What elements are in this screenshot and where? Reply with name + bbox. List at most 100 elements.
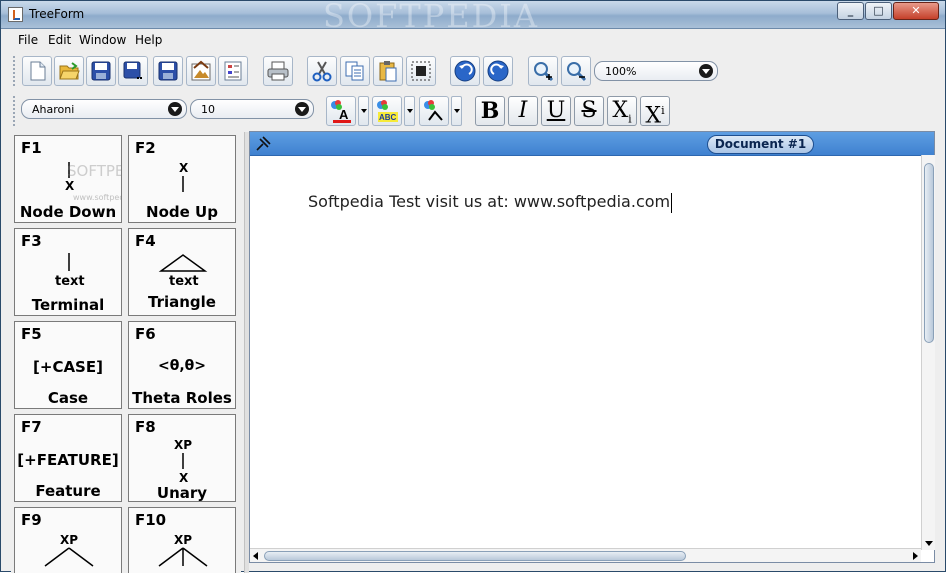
undo-button[interactable] [450, 56, 480, 86]
text-color-letter: A [339, 107, 349, 122]
save-all-icon [158, 61, 178, 81]
binary-xp: XP [174, 533, 192, 547]
chevron-down-icon [699, 64, 713, 78]
terminal-text: text [55, 274, 85, 289]
save-button[interactable] [86, 56, 116, 86]
text-color-dropdown[interactable] [358, 96, 369, 126]
toolbar-grip[interactable] [13, 96, 18, 126]
save-as-button[interactable] [118, 56, 148, 86]
superscript-letter: X [645, 103, 662, 129]
menu-edit[interactable]: Edit [48, 33, 71, 47]
theta-text: <θ,θ> [157, 358, 206, 374]
pin-icon[interactable] [254, 135, 272, 153]
palette-triangle[interactable]: F4 text Triangle [128, 228, 236, 316]
palette-label: Unary [156, 484, 208, 502]
palette-label: Case [47, 389, 89, 407]
superscript-button[interactable]: Xi [640, 96, 670, 129]
vertical-scrollbar[interactable] [921, 155, 935, 550]
java-app-icon [8, 7, 23, 22]
binary-icon: XP [44, 533, 94, 567]
title-bar[interactable]: TreeForm SOFTPEDIA _ □ ✕ [1, 0, 945, 35]
cut-button[interactable] [307, 56, 337, 86]
palette-label: Node Down [19, 203, 117, 221]
properties-icon [224, 61, 242, 81]
copy-button[interactable] [340, 56, 370, 86]
strikethrough-button[interactable]: S [574, 96, 604, 126]
font-family-combo[interactable]: Aharoni [21, 99, 187, 119]
palette-key: F7 [21, 418, 42, 436]
node-up-icon: X [179, 161, 189, 192]
scroll-left-arrow-icon[interactable] [253, 552, 258, 560]
softpedia-watermark-url: www.softpedia.com [73, 193, 121, 202]
palette-node-down[interactable]: F1 X SOFTPEDIA www.softpedia.com Node Do… [14, 135, 122, 223]
underline-button[interactable]: U [541, 96, 571, 126]
palette-label: Feature [35, 482, 101, 500]
undo-icon [454, 60, 476, 82]
text-color-button[interactable]: A [326, 96, 356, 126]
highlight-color-button[interactable]: ABC [372, 96, 402, 126]
palette-binary[interactable]: F9 XP [14, 507, 122, 573]
palette-key: F1 [21, 139, 42, 157]
font-size-combo[interactable]: 10 [190, 99, 314, 119]
palette-terminal[interactable]: F3 text Terminal [14, 228, 122, 316]
menu-help[interactable]: Help [135, 33, 162, 47]
toolbar-grip[interactable] [13, 56, 18, 86]
vertical-scroll-thumb[interactable] [924, 163, 934, 343]
save-all-button[interactable] [153, 56, 183, 86]
italic-button[interactable]: I [508, 96, 538, 126]
paste-button[interactable] [373, 56, 403, 86]
text-caret [671, 192, 673, 213]
node-down-icon: X SOFTPEDIA www.softpedia.com [65, 162, 121, 202]
maximize-button[interactable]: □ [865, 2, 892, 20]
export-image-icon [191, 60, 211, 81]
palette-node-up[interactable]: F2 X Node Up [128, 135, 236, 223]
horizontal-scrollbar[interactable] [250, 548, 921, 562]
palette-feature[interactable]: F7 [+FEATURE] Feature [14, 414, 122, 502]
line-color-icon [424, 100, 443, 121]
document-tab-bar: Document #1 [250, 132, 934, 156]
palette-key: F5 [21, 325, 42, 343]
zoom-in-button[interactable] [528, 56, 558, 86]
redo-button[interactable] [483, 56, 513, 86]
open-folder-icon [59, 62, 80, 80]
export-image-button[interactable] [186, 56, 216, 86]
palette-binary-2[interactable]: F10 XP [128, 507, 236, 573]
palette-key: F9 [21, 511, 42, 529]
bold-button[interactable]: B [475, 96, 505, 126]
case-text: [+CASE] [33, 358, 103, 376]
select-icon [411, 61, 431, 81]
zoom-out-button[interactable] [561, 56, 591, 86]
font-size-value: 10 [201, 103, 215, 116]
palette-label: Triangle [148, 293, 216, 311]
chevron-down-icon [295, 102, 309, 116]
properties-button[interactable] [218, 56, 248, 86]
zoom-combo[interactable]: 100% [594, 61, 718, 81]
scroll-down-arrow-icon[interactable] [925, 541, 933, 546]
print-icon [267, 61, 289, 81]
open-button[interactable] [54, 56, 84, 86]
palette-label: Node Up [146, 203, 218, 221]
binary-tree-icon: XP [158, 533, 208, 567]
palette-case[interactable]: F5 [+CASE] Case [14, 321, 122, 409]
minimize-button[interactable]: _ [837, 2, 864, 20]
highlight-color-label: ABC [379, 113, 397, 122]
print-button[interactable] [263, 56, 293, 86]
palette-unary[interactable]: F8 XP X Unary [128, 414, 236, 502]
tab-document-1[interactable]: Document #1 [707, 135, 814, 154]
scroll-right-arrow-icon[interactable] [913, 552, 918, 560]
horizontal-scroll-thumb[interactable] [264, 551, 686, 561]
palette-theta-roles[interactable]: F6 <θ,θ> Theta Roles [128, 321, 236, 409]
unary-x: X [179, 471, 189, 483]
new-button[interactable] [22, 56, 52, 86]
line-color-button[interactable] [419, 96, 449, 126]
document-editor[interactable]: Softpedia Test visit us at: www.softpedi… [308, 192, 673, 213]
subscript-button[interactable]: Xi [607, 96, 637, 126]
menu-bar: File Edit Window Help [1, 30, 945, 52]
highlight-color-dropdown[interactable] [404, 96, 415, 126]
select-button[interactable] [406, 56, 436, 86]
line-color-dropdown[interactable] [451, 96, 462, 126]
menu-window[interactable]: Window [79, 33, 126, 47]
close-button[interactable]: ✕ [893, 2, 939, 20]
menu-file[interactable]: File [18, 33, 38, 47]
node-up-x: X [179, 161, 189, 175]
